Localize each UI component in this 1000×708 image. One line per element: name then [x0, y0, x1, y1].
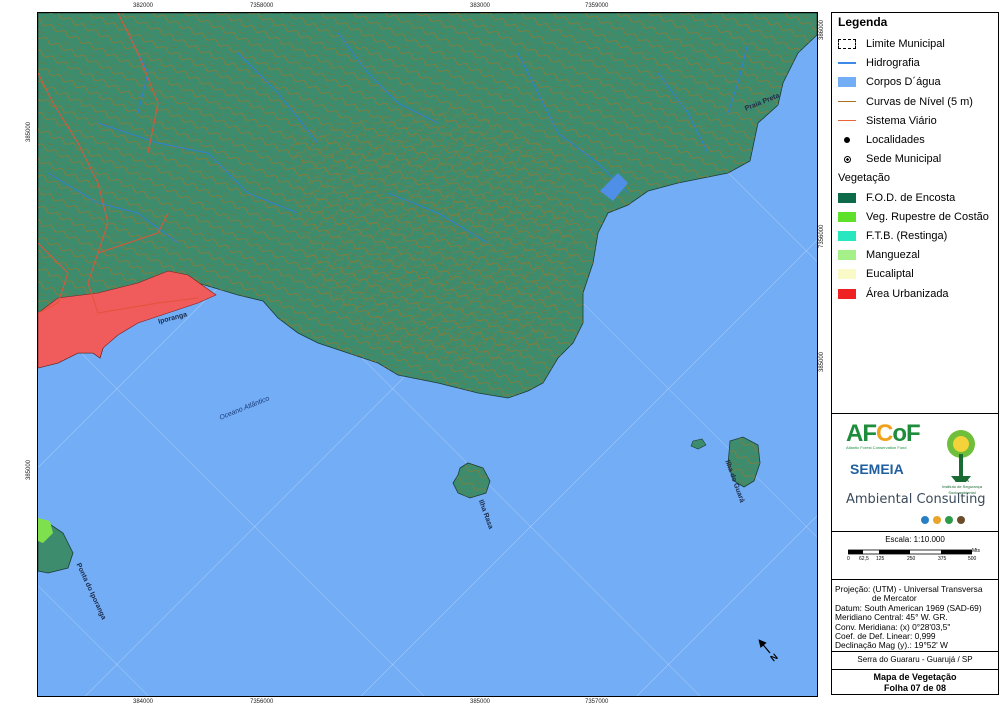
legend-vegetation-item: F.O.D. de Encosta [838, 190, 955, 206]
scale-tick-0: 0 [847, 556, 850, 562]
legend-vegetation-label: Manguezal [866, 249, 920, 262]
tick-right-2: 7356000 [819, 224, 825, 248]
ambiental-droplets-icon [921, 516, 965, 524]
legend-vegetation-label: Eucaliptal [866, 268, 914, 281]
legend-item: Hidrografia [838, 55, 920, 71]
semeia-logo-text: SEMEIA [850, 461, 904, 477]
legend-vegetation-label: Área Urbanizada [866, 287, 949, 300]
scale-tick-3: 250 [907, 556, 916, 562]
vegetation-swatch-icon [838, 192, 856, 203]
tick-top-1: 382000 [133, 3, 154, 9]
scale-tick-4: 375 [938, 556, 947, 562]
legend-title: Legenda [838, 15, 888, 29]
tick-left-2: 385000 [26, 459, 32, 480]
legend: Legenda Limite Municipal Hidrografia Corpo… [832, 13, 998, 413]
legend-vegetation-label: F.T.B. (Restinga) [866, 230, 948, 242]
sheet-title-section: Mapa de Vegetação Folha 07 de 08 [832, 669, 998, 696]
legend-item-label: Corpos D´água [866, 76, 941, 89]
legend-item: Localidades [838, 132, 925, 148]
legend-item-label: Sede Municipal [866, 153, 942, 166]
projection-line: Declinação Mag (y).: 19°52' W [835, 640, 948, 651]
tick-bottom-4: 7357000 [585, 699, 609, 705]
tick-top-3: 383000 [470, 3, 491, 9]
legend-item-label: Hidrografia [866, 57, 920, 70]
scale-tick-1: 62,5 [859, 556, 869, 562]
logos-section: AFCoF Atlantic Forest Conservation Fund … [832, 413, 998, 531]
municipal-seat-icon [838, 154, 856, 164]
legend-item-label: Limite Municipal [866, 38, 945, 50]
legend-vegetation-item: Área Urbanizada [838, 286, 949, 302]
legend-vegetation-item: Manguezal [838, 247, 920, 263]
tick-left-1: 385000 [26, 121, 32, 142]
vegetation-swatch-icon [838, 288, 856, 299]
scale-tick-2: 125 [876, 556, 885, 562]
sheet-title: Mapa de Vegetação Folha 07 de 08 [832, 672, 998, 694]
legend-vegetation-item: Eucaliptal [838, 266, 914, 282]
vegetation-swatch-icon [838, 250, 856, 261]
ambiental-logo-text: Ambiental Consulting [846, 492, 986, 507]
tick-top-2: 7358000 [250, 3, 274, 9]
vegetation-swatch-icon [838, 269, 856, 280]
scale-section: Escala: 1:10.000 0 62,5 125 250 375 500 … [832, 531, 998, 579]
side-panel: Legenda Limite Municipal Hidrografia Corpo… [831, 12, 999, 695]
legend-item-label: Curvas de Nível (5 m) [866, 95, 973, 108]
location-text: Serra do Guararu - Guarujá / SP [857, 655, 973, 664]
legend-item: Corpos D´água [838, 74, 941, 90]
vegetation-map[interactable]: N [38, 13, 817, 696]
map-title: Mapa de Vegetação [873, 672, 957, 682]
afcof-logo: AFCoF [846, 420, 921, 447]
tick-bottom-3: 385000 [470, 699, 491, 705]
location-section: Serra do Guararu - Guarujá / SP [832, 651, 998, 669]
legend-vegetation-item: Veg. Rupestre de Costão [838, 209, 989, 225]
ambiental-consulting-logo: Ambiental Consulting [846, 492, 986, 507]
projection-section: Projeção: (UTM) - Universal Transversa de… [832, 579, 998, 651]
sheet-page: Folha 07 de 08 [883, 683, 947, 693]
boundary-symbol-icon [838, 39, 856, 49]
legend-item-label: Localidades [866, 134, 925, 146]
legend-vegetation-item: F.T.B. (Restinga) [838, 228, 947, 244]
legend-item: Sistema Viário [838, 113, 937, 129]
scale-unit: Mts [972, 548, 981, 554]
afcof-subtitle: Atlantic Forest Conservation Fund [846, 445, 907, 450]
tick-top-4: 7359000 [585, 3, 609, 9]
line-symbol-icon [838, 97, 856, 107]
map-frame[interactable]: N Praia Preta Iporanga Oceano Atlântico … [37, 12, 818, 697]
fill-symbol-icon [838, 77, 856, 88]
line-symbol-icon [838, 58, 856, 68]
legend-vegetation-label: Veg. Rupestre de Costão [866, 210, 989, 223]
legend-vegetation-title: Vegetação [838, 172, 890, 185]
vegetation-swatch-icon [838, 211, 856, 222]
line-symbol-icon [838, 116, 856, 126]
tick-right-1: 386000 [819, 19, 825, 40]
point-symbol-icon [838, 135, 856, 145]
scale-tick-5: 500 [968, 556, 977, 562]
legend-item-label: Sistema Viário [866, 114, 937, 127]
vegetation-swatch-icon [838, 231, 856, 241]
legend-item: Curvas de Nível (5 m) [838, 94, 973, 110]
scale-title: Escala: 1:10.000 [885, 535, 945, 544]
issa-logo-tree-icon [947, 430, 975, 482]
legend-vegetation-label: F.O.D. de Encosta [866, 191, 956, 204]
tick-right-3: 385000 [819, 351, 825, 372]
semeia-logo: SEMEIA [850, 461, 904, 477]
tick-bottom-2: 7356000 [250, 699, 274, 705]
tick-bottom-1: 384000 [133, 699, 154, 705]
legend-item: Sede Municipal [838, 151, 941, 167]
legend-item: Limite Municipal [838, 36, 945, 52]
